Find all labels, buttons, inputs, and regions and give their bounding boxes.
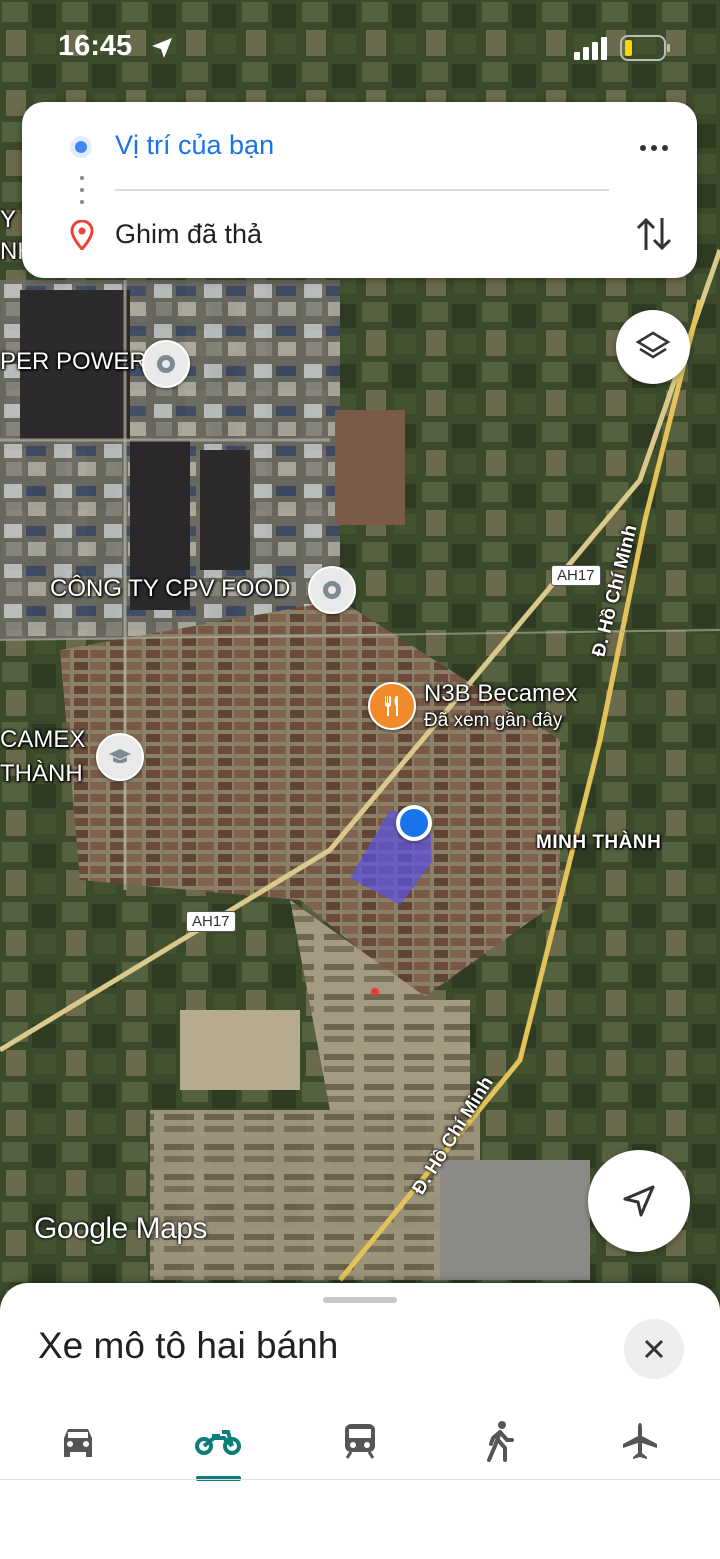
layers-icon [635, 331, 671, 359]
bottom-sheet: Xe mô tô hai bánh [0, 1283, 720, 1559]
status-bar: 16:45 [0, 0, 720, 96]
origin-dot-icon [70, 136, 92, 158]
tab-walk[interactable] [460, 1411, 540, 1471]
route-dot [80, 188, 84, 192]
navigation-arrow-icon [623, 1185, 655, 1217]
destination-field[interactable]: Ghim đã thả [115, 219, 262, 250]
flight-icon [623, 1423, 657, 1459]
current-location-dot [396, 805, 432, 841]
more-dot [640, 145, 646, 151]
motorbike-icon [195, 1430, 241, 1455]
route-divider [115, 189, 609, 191]
map-label-becamex-1: CAMEX [0, 726, 86, 753]
poi-pin-power[interactable] [142, 340, 190, 388]
tab-car[interactable] [38, 1411, 118, 1471]
road-shield-ah17-bottom: AH17 [186, 911, 236, 932]
school-pin-icon[interactable] [96, 733, 144, 781]
tab-motorbike[interactable] [178, 1411, 258, 1471]
status-time: 16:45 [58, 30, 133, 62]
route-dot [80, 176, 84, 180]
signal-icon [574, 37, 607, 60]
recenter-button[interactable] [588, 1150, 690, 1252]
map-label-n3b: N3B Becamex [424, 680, 578, 707]
sheet-drag-handle[interactable] [323, 1297, 397, 1303]
transit-icon [345, 1424, 375, 1459]
map-label-power: PER POWER [0, 348, 147, 375]
google-maps-logo: Google Maps [34, 1212, 207, 1245]
sheet-title: Xe mô tô hai bánh [38, 1325, 339, 1366]
more-dot [651, 145, 657, 151]
close-icon [644, 1339, 664, 1359]
sheet-divider [0, 1479, 720, 1480]
map-label-becamex-2: THÀNH [0, 760, 83, 787]
location-arrow-icon [152, 38, 172, 58]
car-icon [64, 1429, 92, 1457]
more-options-button[interactable] [626, 130, 682, 166]
tab-flight[interactable] [600, 1411, 680, 1471]
layers-button[interactable] [616, 310, 690, 384]
battery-icon [620, 35, 670, 61]
poi-pin-cpv-food[interactable] [308, 566, 356, 614]
origin-field[interactable]: Vị trí của bạn [115, 130, 274, 161]
map-label-n3b-subtitle: Đã xem gần đây [424, 710, 563, 731]
tab-transit[interactable] [320, 1411, 400, 1471]
route-dot [80, 200, 84, 204]
more-dot [662, 145, 668, 151]
route-card: Vị trí của bạn Ghim đã thả [22, 102, 697, 278]
walk-icon [487, 1421, 514, 1462]
swap-icon[interactable] [630, 210, 678, 258]
map-label-cpv-food: CÔNG TY CPV FOOD [50, 575, 291, 602]
map-label-minh-thanh: MINH THÀNH [536, 832, 662, 853]
destination-pin-icon [70, 220, 94, 250]
restaurant-pin-icon[interactable] [368, 682, 416, 730]
road-shield-ah17-top: AH17 [551, 565, 601, 586]
close-button[interactable] [624, 1319, 684, 1379]
